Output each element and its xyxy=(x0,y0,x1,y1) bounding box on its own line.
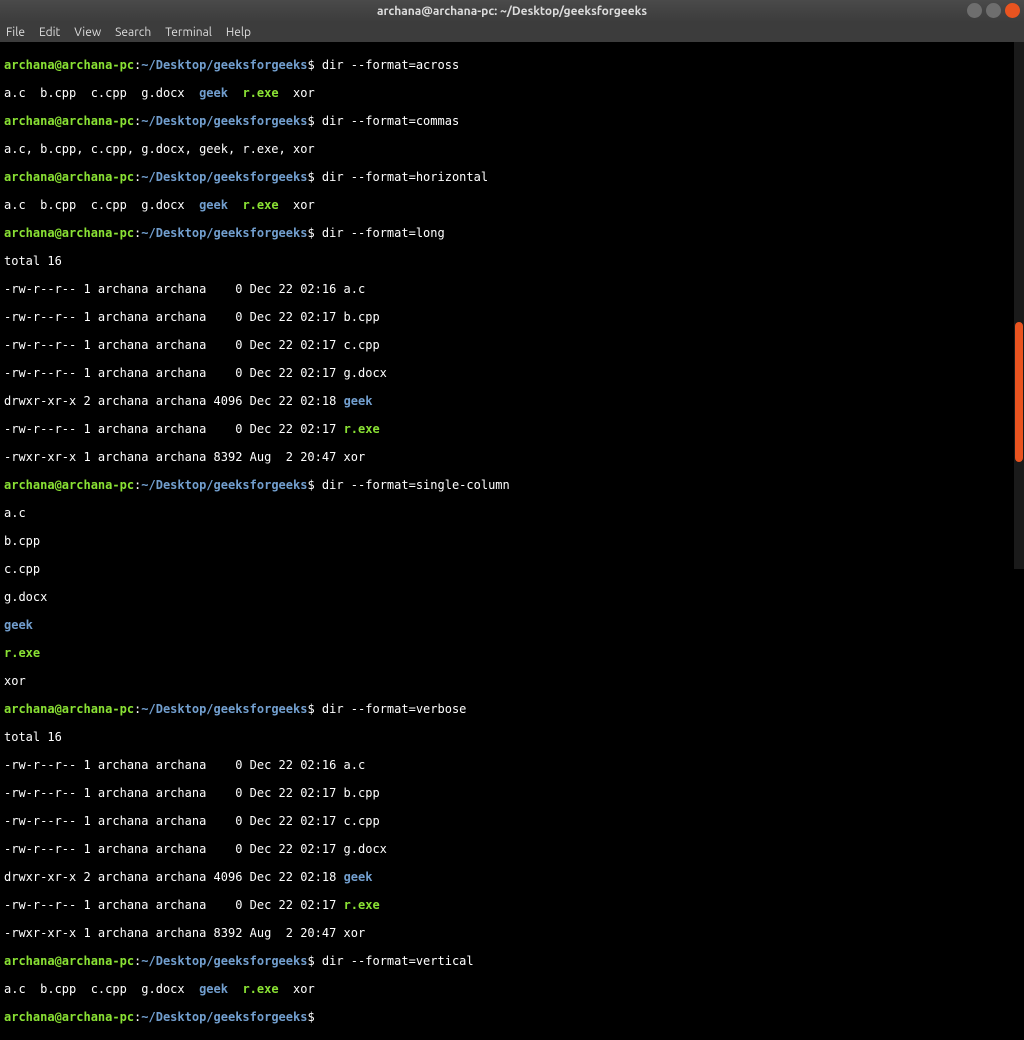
out-exec-name: r.exe xyxy=(344,422,380,436)
out-geek-dir: geek xyxy=(199,86,228,100)
out-single: c.cpp xyxy=(4,562,40,576)
out-long-row: -rw-r--r-- 1 archana archana 0 Dec 22 02… xyxy=(4,310,380,324)
window-titlebar: archana@archana-pc: ~/Desktop/geeksforge… xyxy=(0,0,1024,22)
prompt-userhost: archana@archana-pc xyxy=(4,58,134,72)
cmd-verbose: dir --format=verbose xyxy=(315,702,467,716)
scrollbar[interactable] xyxy=(1014,42,1024,569)
cmd-vertical: dir --format=vertical xyxy=(315,954,474,968)
cmd-across: dir --format=across xyxy=(315,58,460,72)
out-across-pre: a.c b.cpp c.cpp g.docx xyxy=(4,86,199,100)
cmd-commas: dir --format=commas xyxy=(315,114,460,128)
minimize-icon[interactable] xyxy=(967,3,982,18)
menu-search[interactable]: Search xyxy=(115,26,151,39)
out-long-row: -rw-r--r-- 1 archana archana 0 Dec 22 02… xyxy=(4,338,380,352)
prompt-path: ~/Desktop/geeksforgeeks xyxy=(141,58,307,72)
cmd-horizontal: dir --format=horizontal xyxy=(315,170,488,184)
cmd-single: dir --format=single-column xyxy=(315,478,510,492)
out-rexe: r.exe xyxy=(242,86,278,100)
out-total: total 16 xyxy=(4,254,62,268)
out-commas: a.c, b.cpp, c.cpp, g.docx, geek, r.exe, … xyxy=(4,142,315,156)
menu-file[interactable]: File xyxy=(6,26,25,39)
window-controls xyxy=(967,3,1020,18)
out-single-dir: geek xyxy=(4,618,33,632)
out-single: g.docx xyxy=(4,590,47,604)
menu-terminal[interactable]: Terminal xyxy=(165,26,212,39)
scrollbar-thumb[interactable] xyxy=(1015,322,1023,462)
out-single: b.cpp xyxy=(4,534,40,548)
out-long-row: -rw-r--r-- 1 archana archana 0 Dec 22 02… xyxy=(4,366,387,380)
window-title: archana@archana-pc: ~/Desktop/geeksforge… xyxy=(377,5,647,18)
terminal-output[interactable]: archana@archana-pc:~/Desktop/geeksforgee… xyxy=(0,42,1024,1040)
close-icon[interactable] xyxy=(1005,3,1020,18)
menu-view[interactable]: View xyxy=(74,26,101,39)
cmd-long: dir --format=long xyxy=(315,226,445,240)
out-long-row: -rwxr-xr-x 1 archana archana 8392 Aug 2 … xyxy=(4,450,365,464)
out-dir-name: geek xyxy=(344,394,373,408)
menu-edit[interactable]: Edit xyxy=(39,26,60,39)
prompt-sigil: $ xyxy=(307,58,314,72)
out-single-exec: r.exe xyxy=(4,646,40,660)
maximize-icon[interactable] xyxy=(986,3,1001,18)
out-single: a.c xyxy=(4,506,26,520)
out-single: xor xyxy=(4,674,26,688)
out-long-row: -rw-r--r-- 1 archana archana 0 Dec 22 02… xyxy=(4,282,365,296)
menubar: File Edit View Search Terminal Help xyxy=(0,22,1024,42)
menu-help[interactable]: Help xyxy=(226,26,251,39)
